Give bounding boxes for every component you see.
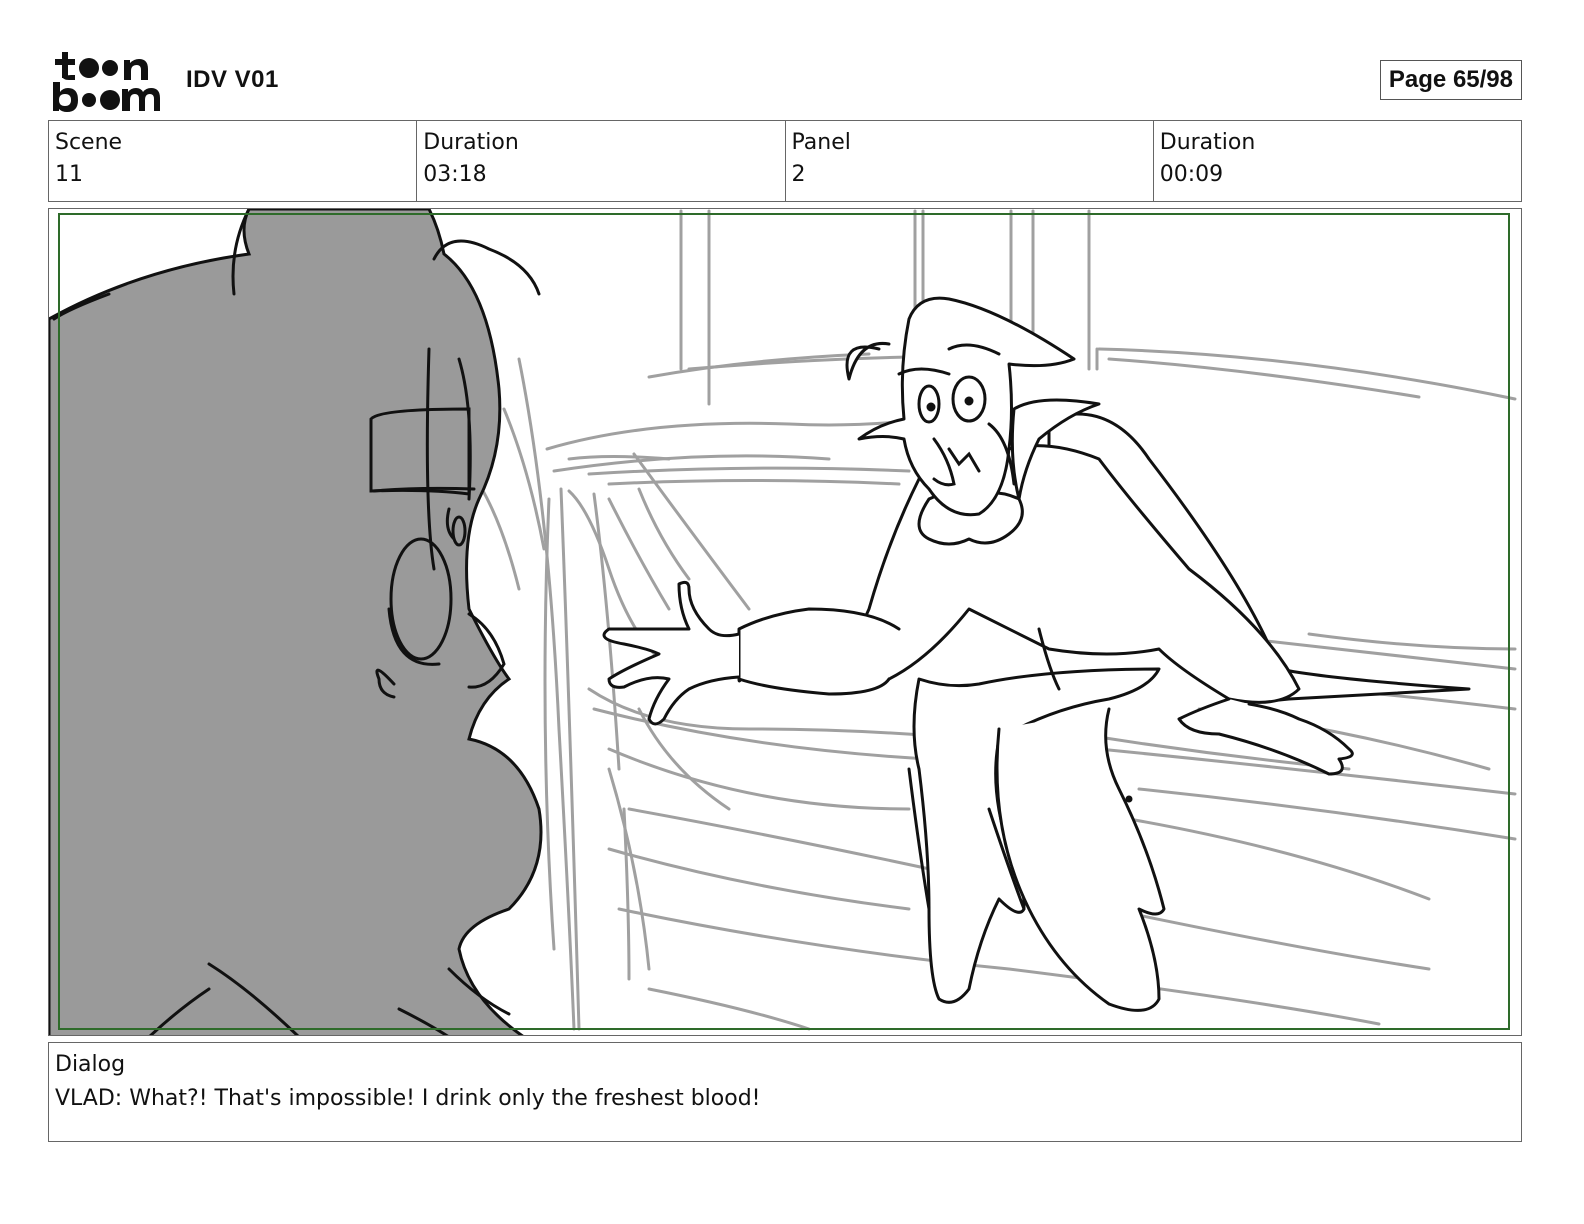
vampire-character [602,296,1471,1012]
scene-label: Scene [55,130,123,155]
dialog-label: Dialog [55,1052,126,1077]
scene-duration-value: 03:18 [423,162,487,187]
dialog-text: VLAD: What?! That's impossible! I drink … [55,1086,761,1111]
panel-duration-label: Duration [1159,130,1256,155]
panel-value: 2 [791,162,806,187]
panel-duration-cell: Duration 00:09 [1154,121,1521,201]
scene-duration-cell: Duration 03:18 [417,121,786,201]
toonboom-logo [52,50,164,112]
storyboard-panel-image [48,208,1522,1036]
panel-label: Panel [791,130,851,155]
sketch-drawing [49,209,1517,1035]
panel-duration-value: 00:09 [1159,162,1224,187]
page-indicator: Page 65/98 [1379,60,1522,100]
foreground-character [49,209,543,1035]
scene-cell: Scene 11 [49,121,418,201]
panel-cell: Panel 2 [786,121,1154,201]
dialog-box: Dialog VLAD: What?! That's impossible! I… [48,1042,1522,1142]
panel-info-table: Scene 11 Duration 03:18 Panel 2 Duration… [48,120,1522,202]
scene-value: 11 [55,162,83,187]
scene-duration-label: Duration [423,130,519,155]
project-title: IDV V01 [186,66,279,93]
